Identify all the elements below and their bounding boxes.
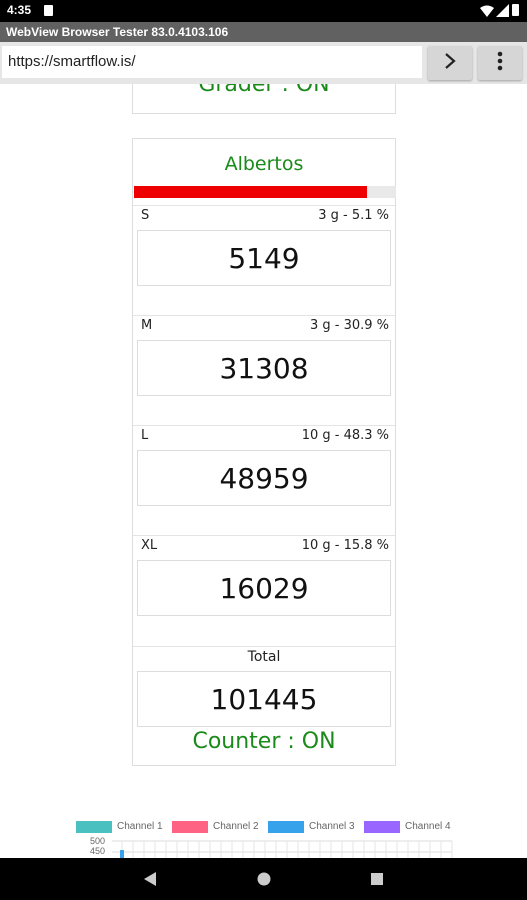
- size-label: M: [141, 318, 153, 333]
- row-divider: [133, 646, 395, 647]
- recents-square-icon[interactable]: [370, 871, 384, 890]
- wifi-icon: [480, 5, 494, 20]
- legend-swatch: [364, 821, 400, 833]
- row-divider: [133, 535, 395, 536]
- size-row-m: M 3 g - 30.9 % 31308: [133, 315, 395, 425]
- legend-label: Channel 1: [117, 821, 163, 832]
- size-count: 5149: [137, 230, 391, 286]
- row-divider: [133, 315, 395, 316]
- size-label: S: [141, 208, 150, 223]
- size-row-l: L 10 g - 48.3 % 48959: [133, 425, 395, 535]
- size-row-s: S 3 g - 5.1 % 5149: [133, 205, 395, 315]
- grader-status: Grader : ON: [198, 84, 330, 97]
- legend-swatch: [76, 821, 112, 833]
- url-bar: https://smartflow.is/: [0, 42, 527, 84]
- card-title: Albertos: [224, 153, 304, 175]
- status-bar: 4:35: [0, 0, 527, 22]
- go-button[interactable]: [428, 46, 472, 80]
- url-input[interactable]: https://smartflow.is/: [2, 46, 422, 78]
- chevron-right-icon: [443, 53, 457, 73]
- more-vert-icon: [497, 51, 503, 75]
- grader-card: Grader : ON: [132, 84, 396, 114]
- counter-card: Albertos S 3 g - 5.1 % 5149 M 3 g - 30.9…: [132, 138, 396, 766]
- total-label: Total: [247, 649, 281, 665]
- counter-status: Counter : ON: [192, 729, 336, 754]
- size-meta: 3 g - 5.1 %: [318, 208, 389, 223]
- battery-icon: [512, 4, 519, 16]
- progress-bar: [134, 186, 396, 198]
- size-label: XL: [141, 538, 158, 553]
- legend-label: Channel 4: [405, 821, 451, 832]
- chart-legend: Channel 1 Channel 2 Channel 3 Channel 4: [0, 820, 527, 836]
- legend-label: Channel 3: [309, 821, 355, 832]
- back-triangle-icon[interactable]: [143, 871, 157, 891]
- size-label: L: [141, 428, 149, 443]
- home-circle-icon[interactable]: [256, 871, 272, 891]
- size-meta: 10 g - 48.3 %: [301, 428, 389, 443]
- legend-swatch: [268, 821, 304, 833]
- web-content[interactable]: Grader : ON Albertos S 3 g - 5.1 % 5149 …: [0, 84, 527, 858]
- cell-signal-icon: [496, 4, 509, 20]
- chart-area: 500 450: [0, 836, 527, 858]
- size-meta: 10 g - 15.8 %: [301, 538, 389, 553]
- row-divider: [133, 205, 395, 206]
- size-meta: 3 g - 30.9 %: [309, 318, 389, 333]
- app-title-bar: WebView Browser Tester 83.0.4103.106: [0, 22, 527, 42]
- overflow-menu-button[interactable]: [478, 46, 522, 80]
- progress-fill: [134, 186, 368, 198]
- chart-grid: [112, 840, 453, 858]
- sim-card-icon: [44, 5, 53, 16]
- status-time: 4:35: [7, 3, 32, 17]
- app-title: WebView Browser Tester 83.0.4103.106: [6, 25, 229, 39]
- size-count: 16029: [137, 560, 391, 616]
- size-count: 48959: [137, 450, 391, 506]
- size-count: 31308: [137, 340, 391, 396]
- size-row-xl: XL 10 g - 15.8 % 16029: [133, 535, 395, 645]
- legend-swatch: [172, 821, 208, 833]
- legend-label: Channel 2: [213, 821, 259, 832]
- total-count: 101445: [137, 671, 391, 727]
- row-divider: [133, 425, 395, 426]
- navigation-bar: [0, 858, 527, 900]
